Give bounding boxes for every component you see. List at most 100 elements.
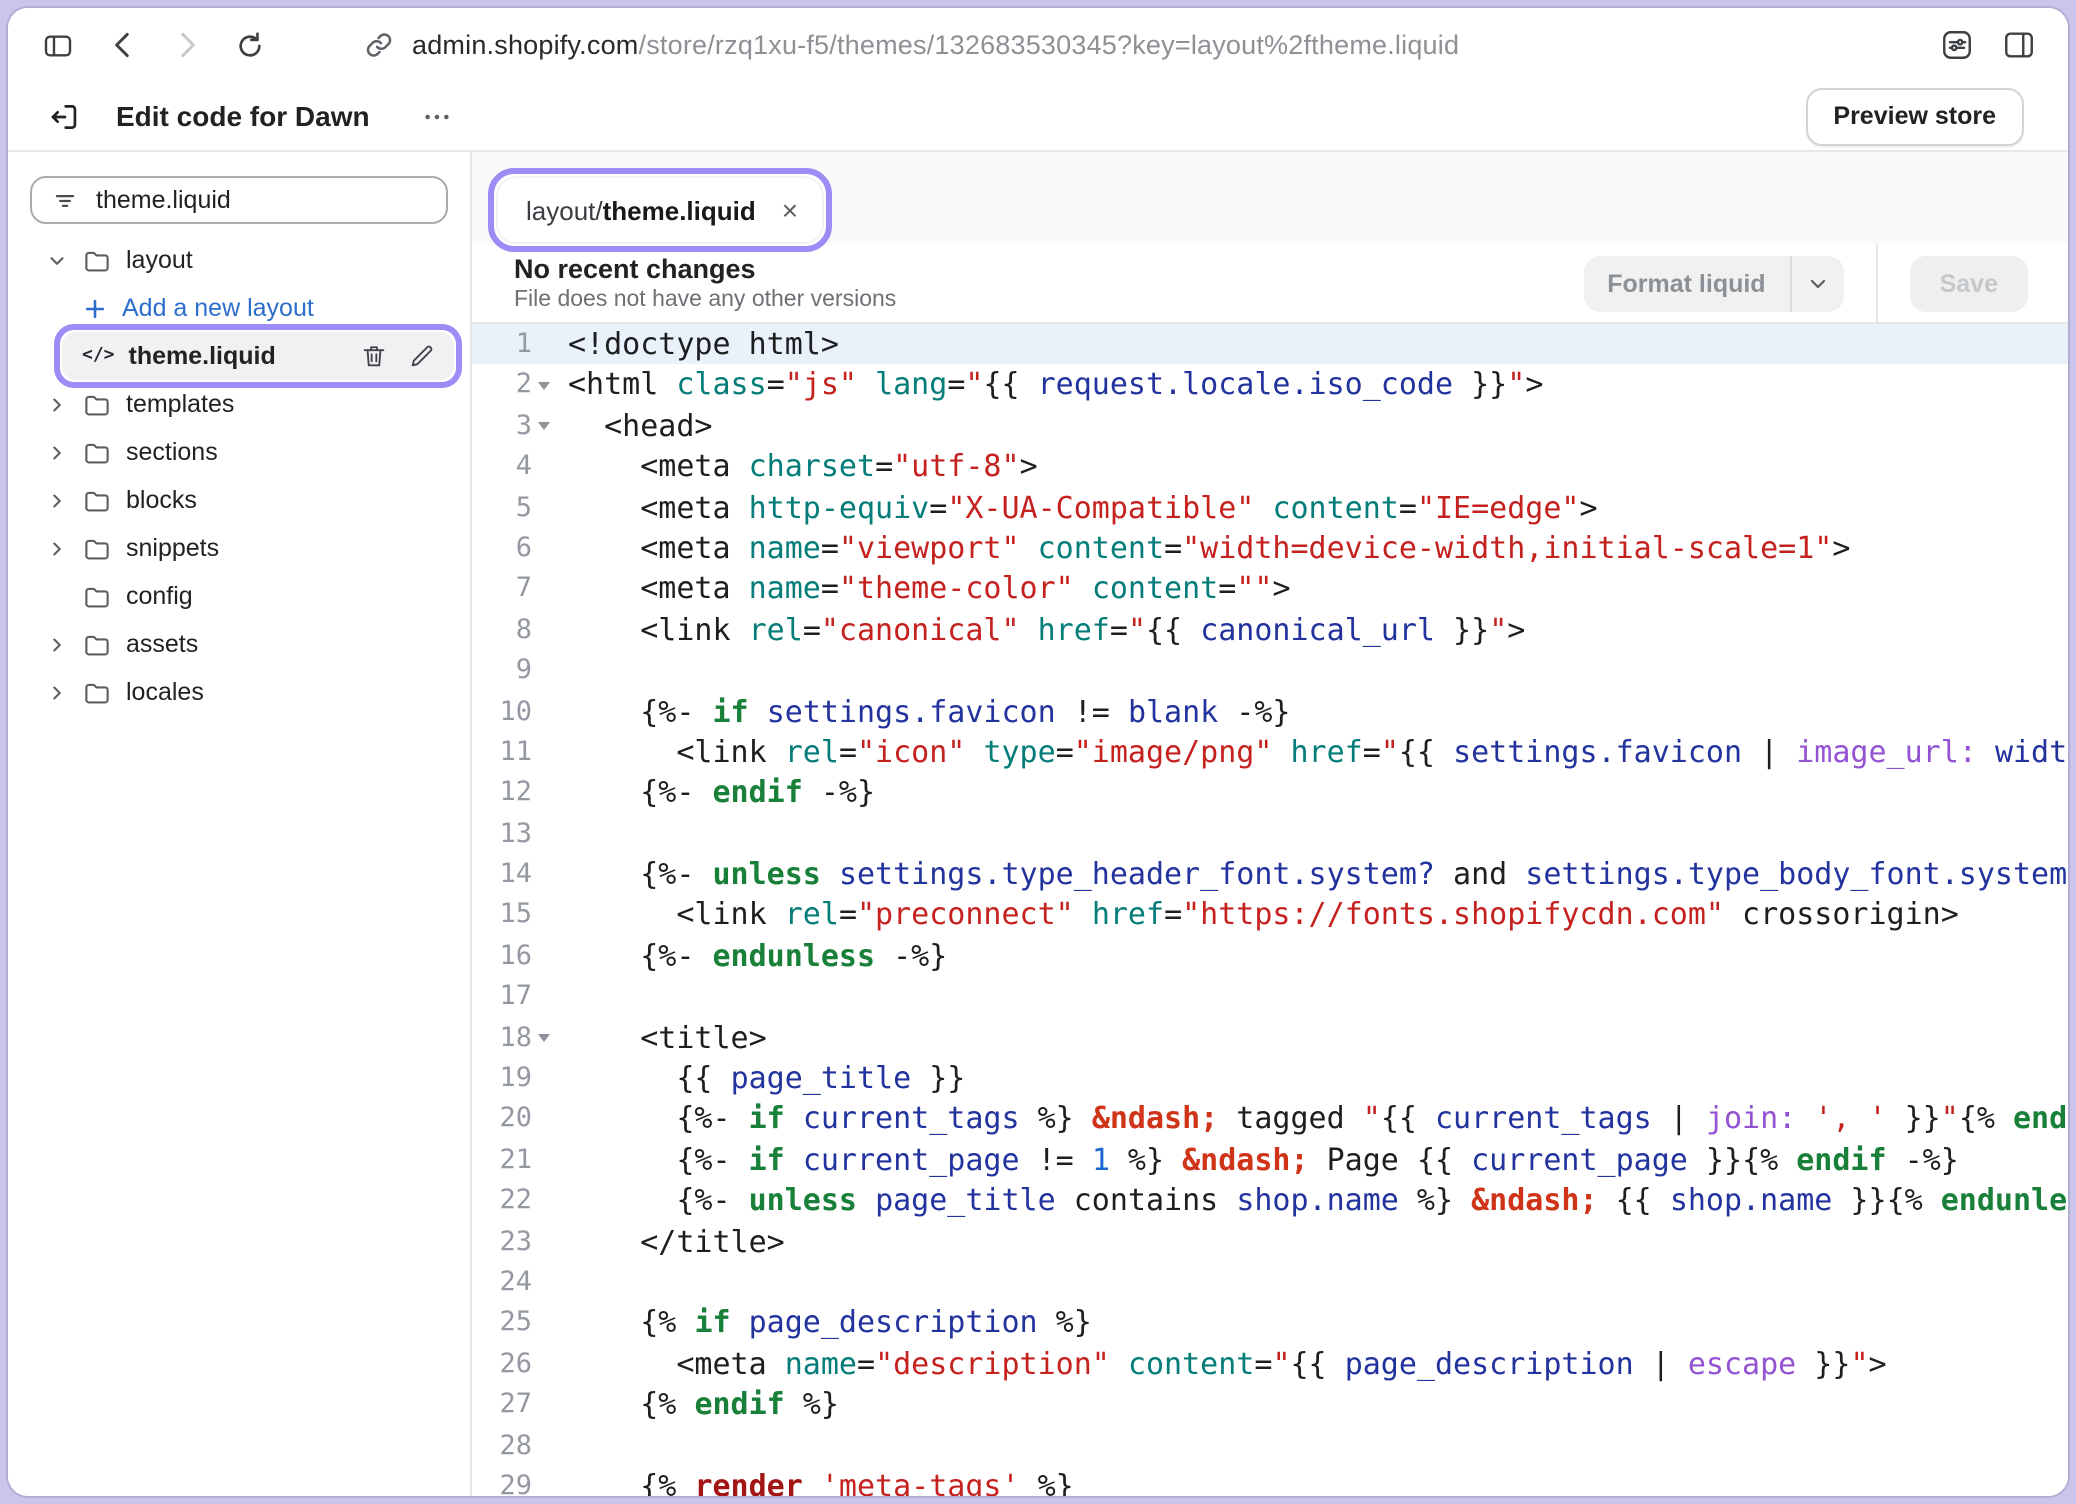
editor-toolbar: No recent changes File does not have any… bbox=[472, 244, 2068, 324]
fold-spacer bbox=[532, 936, 556, 977]
code-text bbox=[556, 1262, 568, 1303]
code-text: </title> bbox=[556, 1221, 785, 1262]
fold-toggle-icon[interactable] bbox=[532, 406, 556, 447]
code-line[interactable]: 3 <head> bbox=[472, 406, 2068, 447]
page-title: Edit code for Dawn bbox=[116, 100, 370, 132]
folder-icon bbox=[82, 677, 112, 707]
code-line[interactable]: 15 <link rel="preconnect" href="https://… bbox=[472, 895, 2068, 936]
sidebar-item-locales[interactable]: locales bbox=[30, 668, 448, 716]
code-line[interactable]: 29 {% render 'meta-tags' %} bbox=[472, 1466, 2068, 1496]
folder-label: assets bbox=[126, 630, 198, 658]
reload-button[interactable] bbox=[234, 29, 266, 61]
line-number: 25 bbox=[476, 1303, 532, 1344]
filter-value: theme.liquid bbox=[96, 186, 231, 214]
sidebar-item-theme-liquid[interactable]: </> theme.liquid bbox=[62, 332, 454, 380]
code-line[interactable]: 2<html class="js" lang="{{ request.local… bbox=[472, 365, 2068, 406]
fold-spacer bbox=[532, 1180, 556, 1221]
code-line[interactable]: 19 {{ page_title }} bbox=[472, 1058, 2068, 1099]
code-line[interactable]: 13 bbox=[472, 813, 2068, 854]
code-line[interactable]: 24 bbox=[472, 1262, 2068, 1303]
format-options-dropdown[interactable] bbox=[1790, 255, 1844, 311]
add-layout-label: Add a new layout bbox=[122, 294, 314, 322]
code-line[interactable]: 5 <meta http-equiv="X-UA-Compatible" con… bbox=[472, 487, 2068, 528]
folder-icon bbox=[82, 437, 112, 467]
sidebar-item-assets[interactable]: assets bbox=[30, 620, 448, 668]
code-line[interactable]: 18 <title> bbox=[472, 1017, 2068, 1058]
tab-bar: layout/theme.liquid × bbox=[472, 152, 2068, 244]
code-line[interactable]: 11 <link rel="icon" type="image/png" hre… bbox=[472, 732, 2068, 773]
chevron-down-icon bbox=[46, 249, 68, 271]
tab-label: layout/theme.liquid bbox=[526, 195, 756, 225]
sidebar-item-snippets[interactable]: snippets bbox=[30, 524, 448, 572]
code-text: {%- unless page_title contains shop.name… bbox=[556, 1180, 2068, 1221]
line-number: 29 bbox=[476, 1466, 532, 1496]
sidebar-item-sections[interactable]: sections bbox=[30, 428, 448, 476]
tab-close-button[interactable]: × bbox=[782, 196, 798, 224]
code-line[interactable]: 20 {%- if current_tags %} &ndash; tagged… bbox=[472, 1099, 2068, 1140]
line-number: 20 bbox=[476, 1099, 532, 1140]
chevron-right-icon bbox=[46, 489, 68, 511]
status-title: No recent changes bbox=[514, 254, 896, 284]
code-line[interactable]: 1<!doctype html> bbox=[472, 324, 2068, 365]
code-line[interactable]: 25 {% if page_description %} bbox=[472, 1303, 2068, 1344]
preview-store-button[interactable]: Preview store bbox=[1805, 87, 2024, 145]
delete-file-button[interactable] bbox=[360, 342, 388, 370]
code-editor[interactable]: 1<!doctype html>2<html class="js" lang="… bbox=[472, 324, 2068, 1496]
fold-toggle-icon[interactable] bbox=[532, 365, 556, 406]
browser-extensions-icon[interactable] bbox=[1940, 28, 1974, 62]
code-text bbox=[556, 813, 568, 854]
code-line[interactable]: 17 bbox=[472, 977, 2068, 1018]
exit-button[interactable] bbox=[48, 99, 82, 133]
code-line[interactable]: 28 bbox=[472, 1425, 2068, 1466]
format-liquid-button[interactable]: Format liquid bbox=[1583, 255, 1789, 311]
code-line[interactable]: 23 </title> bbox=[472, 1221, 2068, 1262]
fold-toggle-icon[interactable] bbox=[532, 1017, 556, 1058]
code-text: <html class="js" lang="{{ request.locale… bbox=[556, 365, 1543, 406]
more-actions-button[interactable] bbox=[422, 101, 452, 131]
code-text: <head> bbox=[556, 406, 713, 447]
line-number: 19 bbox=[476, 1058, 532, 1099]
address-bar[interactable]: admin.shopify.com/store/rzq1xu-f5/themes… bbox=[364, 30, 1459, 60]
code-line[interactable]: 10 {%- if settings.favicon != blank -%} bbox=[472, 691, 2068, 732]
code-line[interactable]: 21 {%- if current_page != 1 %} &ndash; P… bbox=[472, 1140, 2068, 1181]
fold-spacer bbox=[532, 1058, 556, 1099]
tab-theme-liquid[interactable]: layout/theme.liquid × bbox=[498, 178, 822, 242]
browser-panel-icon[interactable] bbox=[2002, 28, 2036, 62]
code-line[interactable]: 6 <meta name="viewport" content="width=d… bbox=[472, 528, 2068, 569]
code-line[interactable]: 14 {%- unless settings.type_header_font.… bbox=[472, 854, 2068, 895]
sidebar-item-blocks[interactable]: blocks bbox=[30, 476, 448, 524]
fold-spacer bbox=[532, 813, 556, 854]
save-button[interactable]: Save bbox=[1910, 255, 2028, 311]
code-line[interactable]: 26 <meta name="description" content="{{ … bbox=[472, 1344, 2068, 1385]
code-line[interactable]: 7 <meta name="theme-color" content=""> bbox=[472, 569, 2068, 610]
line-number: 5 bbox=[476, 487, 532, 528]
filter-icon bbox=[52, 187, 78, 213]
file-filter-input[interactable]: theme.liquid bbox=[30, 176, 448, 224]
code-text: <link rel="preconnect" href="https://fon… bbox=[556, 895, 1959, 936]
file-sidebar: theme.liquid layout Add a new layout </> bbox=[8, 152, 472, 1496]
browser-sidebar-toggle-icon[interactable] bbox=[40, 29, 76, 61]
line-number: 6 bbox=[476, 528, 532, 569]
code-line[interactable]: 4 <meta charset="utf-8"> bbox=[472, 446, 2068, 487]
forward-button[interactable] bbox=[170, 28, 204, 62]
fold-spacer bbox=[532, 1344, 556, 1385]
edit-file-button[interactable] bbox=[408, 342, 436, 370]
back-button[interactable] bbox=[106, 28, 140, 62]
folder-icon bbox=[82, 629, 112, 659]
sidebar-item-layout[interactable]: layout bbox=[30, 236, 448, 284]
code-line[interactable]: 9 bbox=[472, 650, 2068, 691]
folder-icon bbox=[82, 581, 112, 611]
code-line[interactable]: 12 {%- endif -%} bbox=[472, 773, 2068, 814]
folder-label: config bbox=[126, 582, 193, 610]
code-file-icon: </> bbox=[82, 346, 115, 366]
code-text: {{ page_title }} bbox=[556, 1058, 965, 1099]
code-line[interactable]: 27 {% endif %} bbox=[472, 1384, 2068, 1425]
code-line[interactable]: 8 <link rel="canonical" href="{{ canonic… bbox=[472, 609, 2068, 650]
code-line[interactable]: 16 {%- endunless -%} bbox=[472, 936, 2068, 977]
sidebar-item-config[interactable]: config bbox=[30, 572, 448, 620]
code-line[interactable]: 22 {%- unless page_title contains shop.n… bbox=[472, 1180, 2068, 1221]
code-text: {%- if current_tags %} &ndash; tagged "{… bbox=[556, 1099, 2068, 1140]
folder-label: blocks bbox=[126, 486, 197, 514]
folder-icon bbox=[82, 389, 112, 419]
folder-icon bbox=[82, 533, 112, 563]
